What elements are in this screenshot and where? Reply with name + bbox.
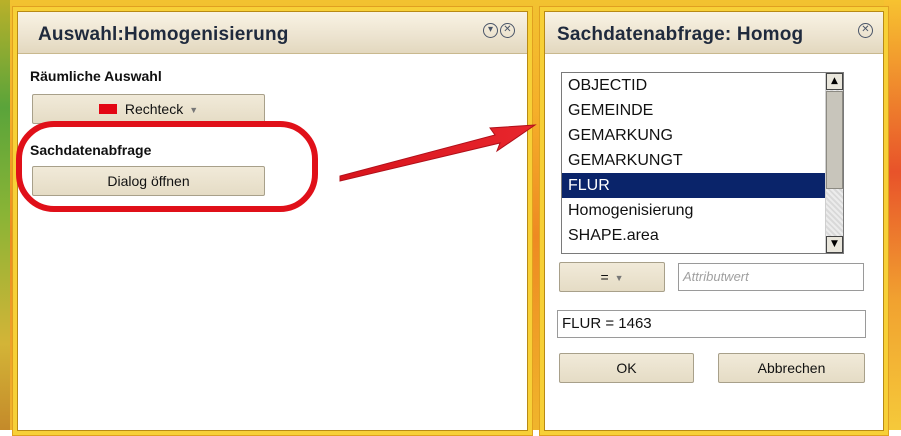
list-scrollbar[interactable]: ▲ ▼: [825, 73, 843, 253]
ok-button[interactable]: OK: [559, 353, 694, 383]
query-dialog-controls: ✕: [858, 23, 873, 38]
rectangle-swatch-icon: [98, 104, 117, 115]
list-item[interactable]: Homogenisierung: [562, 198, 843, 223]
ok-button-label: OK: [616, 360, 637, 376]
list-item[interactable]: SHAPE.area: [562, 223, 843, 248]
map-left-edge: [0, 0, 10, 430]
field-listbox[interactable]: OBJECTID GEMEINDE GEMARKUNG GEMARKUNGT F…: [561, 72, 844, 254]
collapse-icon[interactable]: ▾: [483, 23, 498, 38]
query-dialog: Sachdatenabfrage: Homog ✕ OBJECTID GEMEI…: [539, 6, 889, 436]
selection-panel-body: Auswahl:Homogenisierung ▾ ✕ Räumliche Au…: [17, 11, 528, 431]
selection-panel-title: Auswahl:Homogenisierung: [38, 24, 289, 45]
attribute-value-placeholder: Attributwert: [683, 269, 749, 284]
list-item-selected[interactable]: FLUR: [562, 173, 843, 198]
list-item[interactable]: OBJECTID: [562, 73, 843, 98]
rectangle-button[interactable]: Rechteck ▼: [32, 94, 265, 124]
query-dialog-title: Sachdatenabfrage: Homog: [557, 24, 804, 45]
selection-panel-titlebar[interactable]: Auswahl:Homogenisierung ▾ ✕: [18, 12, 527, 54]
rectangle-button-label: Rechteck: [124, 101, 184, 117]
cancel-button-label: Abbrechen: [757, 360, 826, 376]
operator-dropdown[interactable]: = ▼: [559, 262, 665, 292]
scroll-up-icon[interactable]: ▲: [826, 73, 843, 90]
close-icon[interactable]: ✕: [500, 23, 515, 38]
close-icon[interactable]: ✕: [858, 23, 873, 38]
query-text: FLUR = 1463: [562, 315, 652, 332]
list-item[interactable]: GEMARKUNG: [562, 123, 843, 148]
list-item[interactable]: GEMARKUNGT: [562, 148, 843, 173]
chevron-down-icon: ▼: [614, 273, 624, 284]
annotation-oval: [16, 121, 318, 212]
selection-panel: Auswahl:Homogenisierung ▾ ✕ Räumliche Au…: [12, 6, 533, 436]
scrollbar-thumb[interactable]: [826, 91, 843, 189]
query-dialog-body: Sachdatenabfrage: Homog ✕ OBJECTID GEMEI…: [544, 11, 884, 431]
list-item[interactable]: GEMEINDE: [562, 98, 843, 123]
scroll-down-icon[interactable]: ▼: [826, 236, 843, 253]
operator-value: =: [600, 269, 609, 285]
query-dialog-titlebar[interactable]: Sachdatenabfrage: Homog ✕: [545, 12, 883, 54]
spatial-selection-label: Räumliche Auswahl: [30, 68, 162, 84]
selection-panel-controls: ▾ ✕: [483, 23, 515, 38]
attribute-value-input[interactable]: Attributwert: [678, 263, 864, 291]
query-input[interactable]: FLUR = 1463: [557, 310, 866, 338]
cancel-button[interactable]: Abbrechen: [718, 353, 865, 383]
